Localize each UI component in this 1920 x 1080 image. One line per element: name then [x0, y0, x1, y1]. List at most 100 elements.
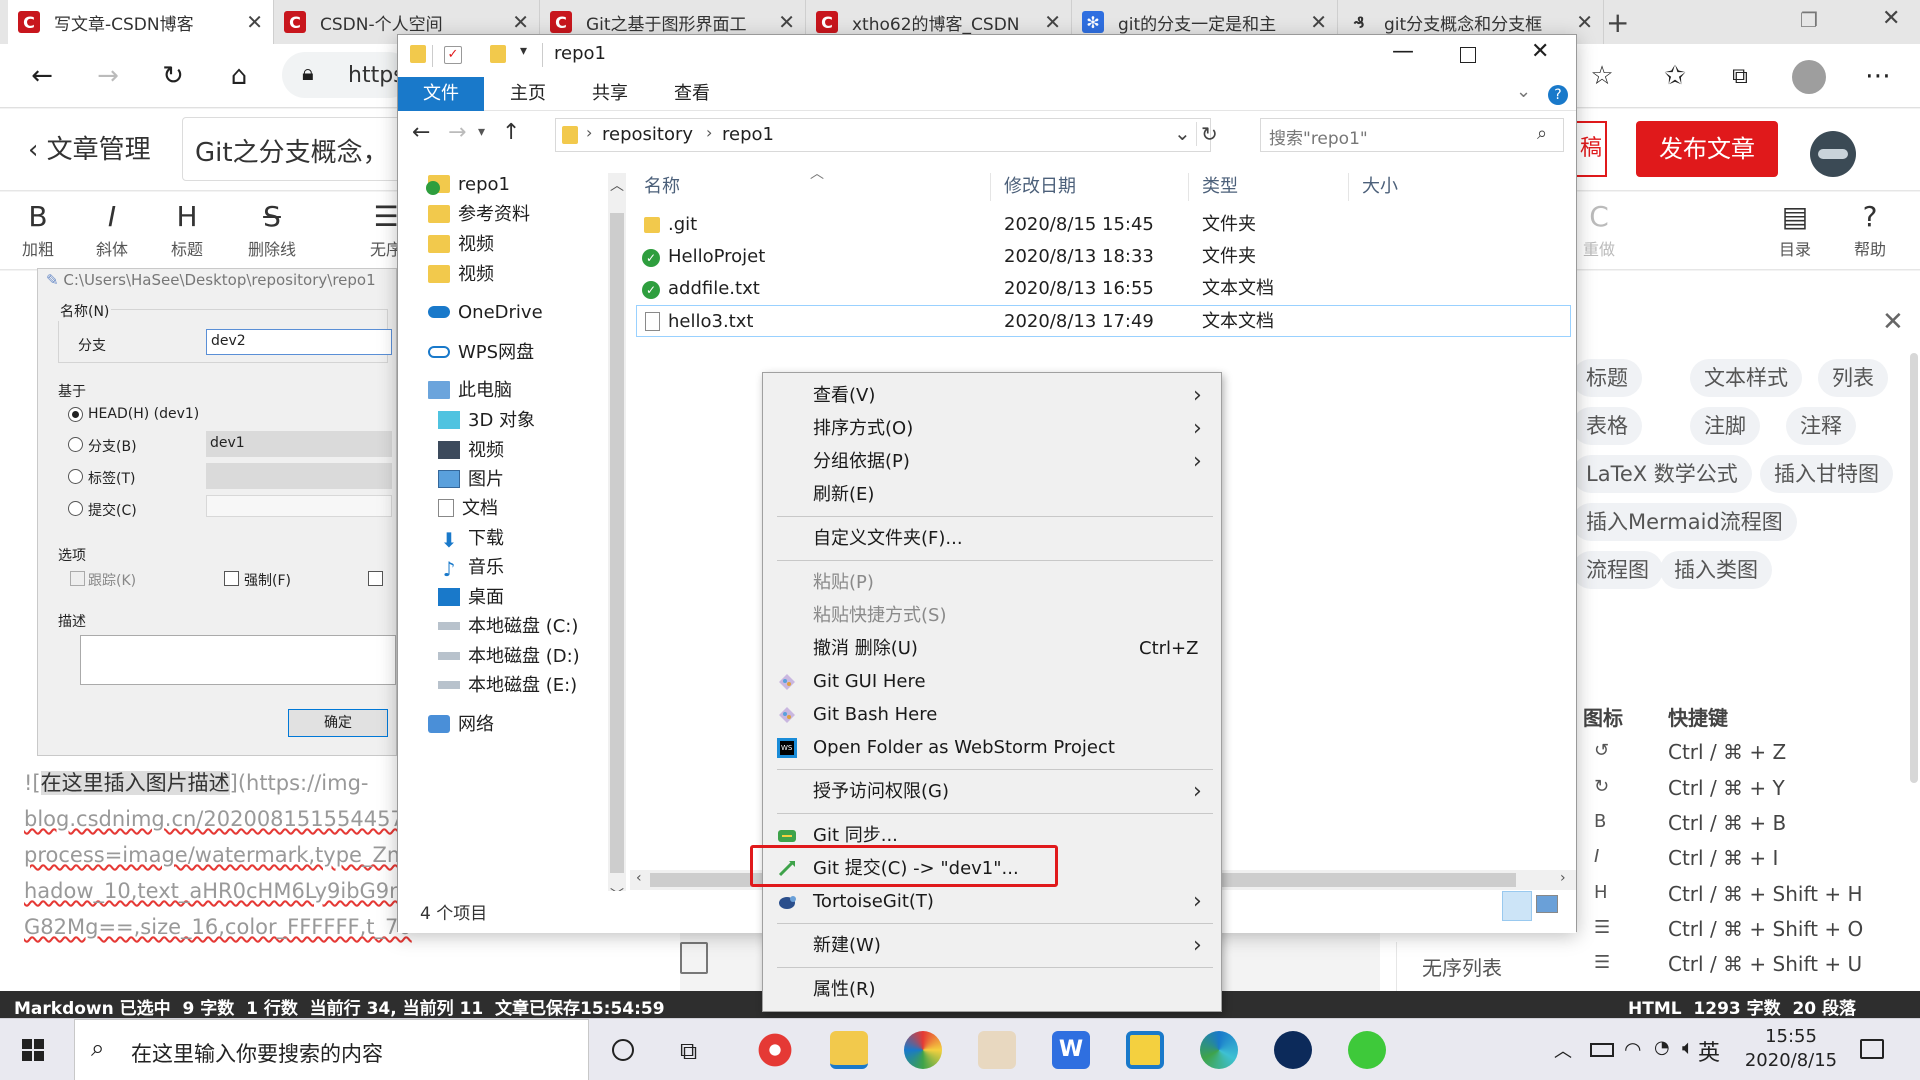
recent-dropdown-icon[interactable]: ▾ — [478, 124, 485, 140]
collections-icon[interactable]: ⧉ — [1720, 56, 1760, 96]
tag-radio[interactable] — [68, 469, 83, 484]
close-tab-icon[interactable]: ✕ — [1576, 10, 1593, 34]
profile-avatar[interactable] — [1792, 60, 1826, 94]
scroll-right-icon[interactable]: › — [1560, 870, 1566, 886]
properties-icon[interactable]: ✓ — [444, 46, 462, 64]
file-row-addfile[interactable]: ✓ addfile.txt 2020/8/13 16:55 文本文档 — [636, 273, 1571, 305]
new-folder-icon[interactable] — [490, 45, 506, 63]
column-size[interactable]: 大小 — [1362, 167, 1398, 207]
column-name[interactable]: 名称 — [644, 167, 680, 207]
editor-side-icon[interactable] — [680, 942, 708, 974]
nav-item-documents[interactable]: 文档 — [438, 493, 498, 525]
windows-start-icon[interactable] — [22, 1039, 44, 1061]
nav-item-this-pc[interactable]: 此电脑 — [428, 375, 512, 407]
scroll-thumb[interactable] — [610, 213, 624, 873]
close-tab-icon[interactable]: ✕ — [778, 10, 795, 34]
close-tab-icon[interactable]: ✕ — [246, 10, 263, 34]
description-textarea[interactable] — [80, 635, 396, 685]
nav-item-videos[interactable]: 视频 — [438, 435, 504, 467]
ribbon-tab-view[interactable]: 查看 — [652, 77, 732, 111]
up-arrow-icon[interactable]: ↑ — [502, 120, 520, 145]
help-button[interactable]: ? 帮助 — [1840, 198, 1900, 260]
menu-item-undo-delete[interactable]: 撤消 删除(U) Ctrl+Z — [763, 632, 1221, 665]
chip-mermaid[interactable]: 插入Mermaid流程图 — [1572, 503, 1797, 541]
bold-button[interactable]: B 加粗 — [8, 198, 68, 260]
chip-gantt[interactable]: 插入甘特图 — [1760, 455, 1893, 493]
toc-button[interactable]: ▤ 目录 — [1765, 198, 1825, 260]
menu-item-paste[interactable]: 粘贴(P) — [763, 566, 1221, 599]
network-icon[interactable]: ◔ — [1654, 1037, 1670, 1058]
maximize-icon[interactable] — [1460, 47, 1476, 63]
new-tab-icon[interactable]: + — [1606, 6, 1629, 39]
favorites-list-icon[interactable]: ✩ — [1655, 56, 1695, 96]
scroll-left-icon[interactable]: ‹ — [636, 870, 642, 886]
forward-arrow-icon[interactable]: → — [88, 56, 128, 96]
taskbar-app-wps[interactable]: W — [1052, 1031, 1090, 1069]
chip-comment[interactable]: 注释 — [1786, 407, 1856, 445]
chip-flowchart[interactable]: 流程图 — [1572, 551, 1663, 589]
home-icon[interactable]: ⌂ — [219, 56, 259, 96]
file-row-hello3[interactable]: hello3.txt 2020/8/13 17:49 文本文档 — [636, 305, 1571, 337]
italic-button[interactable]: I 斜体 — [82, 198, 142, 260]
tray-chevron-up-icon[interactable]: ︿ — [1554, 1037, 1572, 1063]
branch-radio[interactable] — [68, 437, 83, 452]
menu-item-refresh[interactable]: 刷新(E) — [763, 478, 1221, 511]
tag-select[interactable] — [206, 463, 392, 489]
menu-item-grant-access[interactable]: 授予访问权限(G) › — [763, 775, 1221, 808]
tab-write-article[interactable]: C 写文章-CSDN博客 ✕ — [8, 0, 274, 44]
nav-item-drive-e[interactable]: 本地磁盘 (E:) — [438, 670, 577, 702]
notification-center-icon[interactable] — [1860, 1039, 1884, 1059]
more-menu-icon[interactable]: ⋯ — [1858, 56, 1898, 96]
help-icon[interactable]: ? — [1548, 85, 1568, 105]
ok-button[interactable]: 确定 — [288, 709, 388, 737]
switch-checkbox[interactable] — [368, 571, 383, 586]
close-tab-icon[interactable]: ✕ — [512, 10, 529, 34]
menu-item-group-by[interactable]: 分组依据(P) › — [763, 445, 1221, 478]
taskbar-app-browser-red[interactable] — [756, 1031, 794, 1069]
wifi-icon[interactable]: ◠ — [1624, 1037, 1641, 1061]
taskbar-app-blue-circle[interactable] — [1274, 1031, 1312, 1069]
menu-item-new[interactable]: 新建(W) › — [763, 929, 1221, 962]
address-path[interactable]: › repository › repo1 ⌄ ↻ — [555, 118, 1218, 152]
chip-list[interactable]: 列表 — [1818, 359, 1888, 397]
force-checkbox[interactable] — [224, 571, 239, 586]
nav-item-video-1[interactable]: 视频 — [428, 229, 494, 261]
column-type[interactable]: 类型 — [1202, 167, 1238, 207]
nav-item-drive-d[interactable]: 本地磁盘 (D:) — [438, 641, 580, 673]
nav-item-pictures[interactable]: 图片 — [438, 464, 504, 496]
ime-indicator[interactable]: 英 — [1698, 1035, 1720, 1067]
scroll-up-icon[interactable]: ︿ — [610, 175, 624, 195]
taskbar-search-box[interactable]: ⌕ 在这里输入你要搜索的内容 — [74, 1019, 589, 1080]
close-window-icon[interactable]: ✕ — [1882, 6, 1900, 31]
menu-item-tortoisegit[interactable]: TortoiseGit(T) › — [763, 885, 1221, 918]
search-input[interactable]: 搜索"repo1" ⌕ — [1260, 118, 1564, 152]
commit-radio[interactable] — [68, 501, 83, 516]
taskbar-app-map[interactable] — [978, 1031, 1016, 1069]
branch-name-input[interactable]: dev2 — [206, 329, 392, 355]
breadcrumb-repo1[interactable]: repo1 — [722, 124, 774, 145]
refresh-icon[interactable]: ↻ — [1196, 122, 1218, 146]
restore-window-icon[interactable]: ❐ — [1800, 8, 1818, 32]
ribbon-tab-file[interactable]: 文件 — [398, 77, 484, 111]
battery-icon[interactable] — [1590, 1043, 1614, 1057]
chip-table[interactable]: 表格 — [1572, 407, 1642, 445]
taskbar-app-notes[interactable] — [1126, 1031, 1164, 1069]
nav-item-drive-c[interactable]: 本地磁盘 (C:) — [438, 611, 578, 643]
menu-item-git-gui[interactable]: Git GUI Here — [763, 665, 1221, 698]
close-icon[interactable]: ✕ — [1531, 39, 1549, 64]
favorite-star-icon[interactable]: ☆ — [1582, 56, 1622, 96]
taskbar-app-chrome[interactable] — [904, 1031, 942, 1069]
menu-item-view[interactable]: 查看(V) › — [763, 379, 1221, 412]
heading-button[interactable]: H 标题 — [157, 198, 217, 260]
menu-item-customize-folder[interactable]: 自定义文件夹(F)... — [763, 522, 1221, 555]
chip-latex[interactable]: LaTeX 数学公式 — [1572, 455, 1752, 493]
track-checkbox[interactable] — [70, 571, 85, 586]
panel-scrollbar[interactable] — [1910, 353, 1918, 783]
close-panel-icon[interactable]: ✕ — [1882, 307, 1904, 337]
expand-ribbon-icon[interactable]: ⌄ — [1516, 81, 1531, 102]
chip-footnote[interactable]: 注脚 — [1690, 407, 1760, 445]
user-avatar[interactable] — [1810, 131, 1856, 177]
nav-item-video-2[interactable]: 视频 — [428, 259, 494, 291]
chip-heading[interactable]: 标题 — [1572, 359, 1642, 397]
refresh-icon[interactable]: ↻ — [153, 56, 193, 96]
